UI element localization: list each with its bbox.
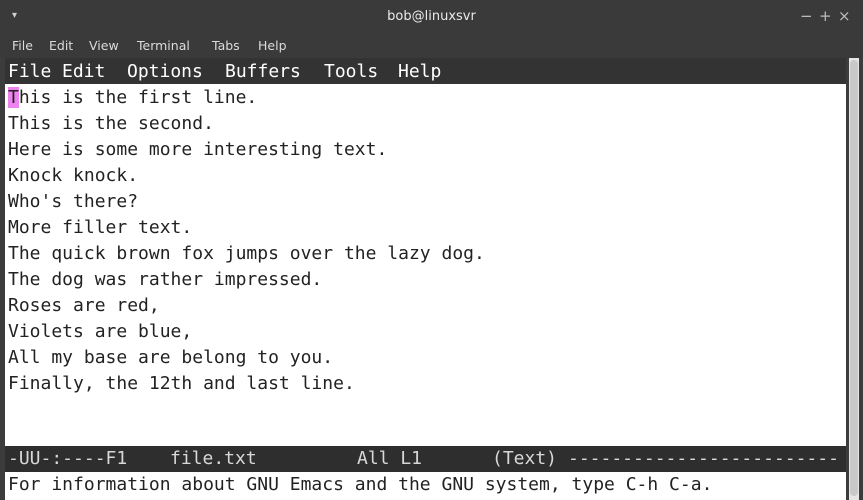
terminal-menu-file[interactable]: File xyxy=(12,38,33,53)
title-bar[interactable]: ▾ bob@linuxsvr − + × xyxy=(0,0,863,34)
mode-line: -UU-:----F1 file.txt All L1 (Text) -----… xyxy=(5,446,846,472)
emacs-menu-help[interactable]: Help xyxy=(398,61,441,82)
emacs-menu-edit[interactable]: Edit xyxy=(62,61,105,82)
emacs-frame[interactable]: File Edit Options Buffers Tools Help Thi… xyxy=(5,58,846,500)
terminal-menu-help[interactable]: Help xyxy=(258,38,287,53)
text-cursor: T xyxy=(8,87,19,108)
buffer-line[interactable]: The dog was rather impressed. xyxy=(8,267,322,293)
terminal-window: ▾ bob@linuxsvr − + × File Edit View Term… xyxy=(0,0,863,500)
buffer-line-1[interactable]: This is the first line. xyxy=(8,85,257,111)
terminal-menubar: File Edit View Terminal Tabs Help xyxy=(0,34,863,58)
emacs-menubar: File Edit Options Buffers Tools Help xyxy=(5,58,846,84)
modeline-position: All L1 xyxy=(357,448,423,469)
window-title: bob@linuxsvr xyxy=(387,9,476,24)
emacs-menu-options[interactable]: Options xyxy=(127,61,203,82)
modeline-status: -UU-:----F1 xyxy=(8,448,128,469)
emacs-menu-buffers[interactable]: Buffers xyxy=(225,61,301,82)
modeline-major-mode[interactable]: (Text) xyxy=(492,446,557,472)
emacs-menu-tools[interactable]: Tools xyxy=(324,61,378,82)
buffer-line[interactable]: Here is some more interesting text. xyxy=(8,137,387,163)
buffer-line-1-rest: his is the first line. xyxy=(18,87,258,108)
emacs-menu-file[interactable]: File xyxy=(8,61,51,82)
minimize-icon[interactable]: − xyxy=(800,7,813,25)
modeline-dashes: ------------------------- xyxy=(568,448,839,469)
terminal-menu-view[interactable]: View xyxy=(89,38,119,53)
buffer-line[interactable]: All my base are belong to you. xyxy=(8,345,333,371)
scrollbar[interactable] xyxy=(849,58,859,500)
echo-area: For information about GNU Emacs and the … xyxy=(8,474,713,495)
buffer-line[interactable]: The quick brown fox jumps over the lazy … xyxy=(8,241,485,267)
buffer-line[interactable]: This is the second. xyxy=(8,111,214,137)
terminal-menu-edit[interactable]: Edit xyxy=(49,38,73,53)
buffer-line[interactable]: Who's there? xyxy=(8,189,138,215)
terminal-menu-tabs[interactable]: Tabs xyxy=(212,38,240,53)
close-icon[interactable]: × xyxy=(838,7,851,25)
scrollbar-thumb[interactable] xyxy=(850,60,858,496)
maximize-icon[interactable]: + xyxy=(819,7,832,25)
modeline-filename[interactable]: file.txt xyxy=(170,446,257,472)
buffer-line[interactable]: Roses are red, xyxy=(8,293,160,319)
buffer-line[interactable]: Violets are blue, xyxy=(8,319,192,345)
buffer-line[interactable]: More filler text. xyxy=(8,215,192,241)
buffer-line[interactable]: Knock knock. xyxy=(8,163,138,189)
terminal-menu-terminal[interactable]: Terminal xyxy=(137,38,190,53)
buffer-line[interactable]: Finally, the 12th and last line. xyxy=(8,371,355,397)
